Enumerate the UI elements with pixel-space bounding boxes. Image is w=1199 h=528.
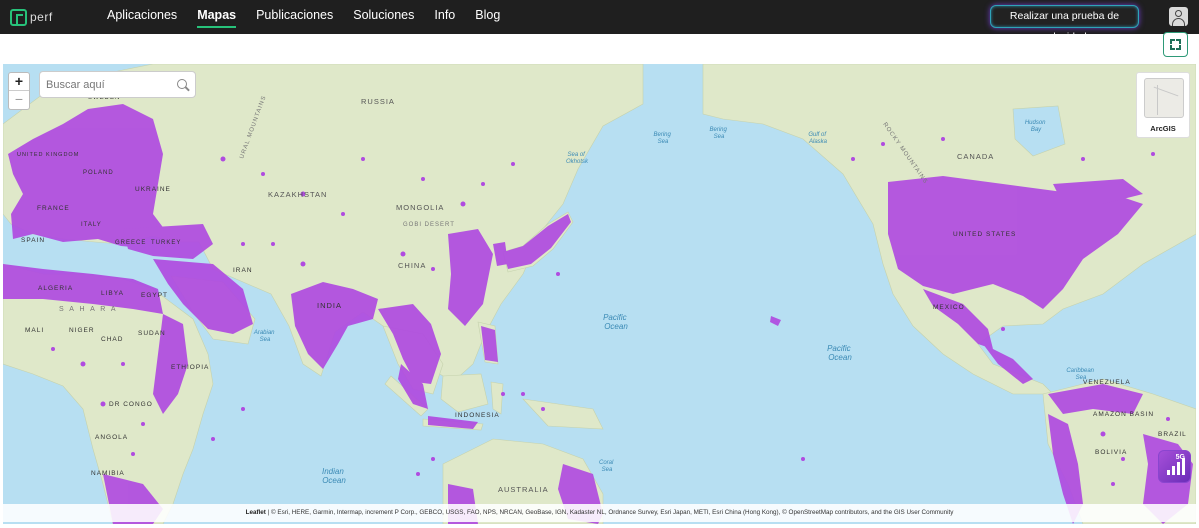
label-chad: CHAD [101, 336, 123, 343]
fullscreen-icon[interactable] [1163, 32, 1188, 57]
label-turkey: TURKEY [151, 240, 181, 246]
nav-item-mapas[interactable]: Mapas [197, 0, 236, 34]
basemap-switcher[interactable]: ArcGIS [1136, 72, 1190, 138]
label-angola: ANGOLA [95, 434, 128, 441]
nav-item-info[interactable]: Info [434, 0, 455, 34]
label-gulf-alaska: Gulf of Alaska [808, 132, 828, 145]
basemap-label: ArcGIS [1150, 124, 1176, 133]
label-pacific-ocean-east: Pacific Ocean [827, 344, 853, 362]
nav-item-soluciones[interactable]: Soluciones [353, 0, 414, 34]
label-iran: IRAN [233, 267, 253, 274]
label-drcongo: DR CONGO [109, 401, 153, 408]
user-icon[interactable] [1169, 7, 1188, 26]
nav-item-blog[interactable]: Blog [475, 0, 500, 34]
coverage-hawaii [770, 316, 781, 326]
land-borneo [440, 373, 489, 413]
signal-bars-icon [1167, 470, 1170, 475]
leaflet-link[interactable]: Leaflet [246, 509, 266, 516]
nav-item-publicaciones[interactable]: Publicaciones [256, 0, 333, 34]
top-navigation-bar: perf Aplicaciones Mapas Publicaciones So… [0, 0, 1199, 43]
label-venezuela: VENEZUELA [1083, 379, 1131, 386]
label-france: FRANCE [37, 205, 70, 212]
label-algeria: ALGERIA [38, 285, 73, 292]
map-canvas: RUSSIA URAL MOUNTAINS KAZAKHSTAN MONGOLI… [3, 64, 1196, 524]
speed-test-button[interactable]: Realizar una prueba de velocidad [990, 5, 1139, 43]
label-poland: POLAND [83, 170, 114, 176]
label-mali: MALI [25, 327, 44, 334]
5g-filter-button[interactable]: 5G [1158, 450, 1191, 483]
pacific-west-line1: Pacific [603, 313, 627, 322]
label-pacific-ocean-west: Pacific Ocean [603, 313, 629, 331]
label-coral-sea: Coral Sea [599, 460, 615, 473]
search-input[interactable] [46, 75, 172, 95]
label-uk: UNITED KINGDOM [17, 152, 79, 158]
label-sudan: SUDAN [138, 330, 166, 337]
nperf-logo[interactable]: perf [10, 6, 60, 28]
land-newguinea [522, 398, 604, 430]
logo-mark-icon [10, 8, 27, 26]
map-search [39, 71, 196, 98]
land-sulawesi [490, 381, 504, 415]
label-brazil: BRAZIL [1158, 431, 1187, 438]
label-mexico: MEXICO [933, 304, 965, 311]
label-niger: NIGER [69, 327, 95, 334]
label-egypt: EGYPT [141, 292, 168, 299]
map-attribution: Leaflet | © Esri, HERE, Garmin, Intermap… [3, 504, 1196, 522]
label-libya: LIBYA [101, 290, 124, 297]
logo-text: perf [30, 10, 53, 24]
label-arabian-sea: Arabian Sea [253, 330, 276, 343]
label-indonesia: INDONESIA [455, 412, 500, 419]
label-bering-sea-e: Bering Sea [709, 127, 728, 140]
zoom-in-button[interactable]: + [9, 73, 29, 91]
label-kazakhstan: KAZAKHSTAN [268, 190, 327, 199]
pacific-west-line2: Ocean [604, 322, 628, 331]
label-ukraine: UKRAINE [135, 186, 171, 193]
label-australia: AUSTRALIA [498, 485, 549, 494]
label-bolivia: BOLIVIA [1095, 449, 1127, 456]
label-mongolia: MONGOLIA [396, 203, 444, 212]
label-spain: SPAIN [21, 237, 45, 244]
label-canada: CANADA [957, 152, 994, 161]
label-bering-sea-w: Bering Sea [653, 132, 672, 145]
nav-item-aplicaciones[interactable]: Aplicaciones [107, 0, 177, 34]
label-ethiopia: ETHIOPIA [171, 364, 209, 371]
search-icon[interactable] [177, 79, 187, 89]
basemap-thumbnail [1144, 78, 1184, 118]
label-namibia: NAMIBIA [91, 470, 125, 477]
label-india: INDIA [317, 301, 342, 310]
zoom-out-button[interactable]: − [9, 91, 29, 109]
label-indian-ocean: Indian Ocean [322, 467, 346, 485]
label-greece: GREECE [115, 240, 146, 246]
label-china: CHINA [398, 261, 426, 270]
label-amazon: AMAZON BASIN [1093, 411, 1154, 418]
label-sahara: S A H A R A [59, 306, 118, 313]
label-italy: ITALY [81, 222, 102, 228]
zoom-control: + − [8, 72, 30, 110]
main-nav: Aplicaciones Mapas Publicaciones Solucio… [107, 0, 520, 34]
coverage-map[interactable]: RUSSIA URAL MOUNTAINS KAZAKHSTAN MONGOLI… [3, 64, 1196, 524]
label-sea-okhotsk: Sea of Okhotsk [566, 152, 589, 165]
label-usa: UNITED STATES [953, 231, 1016, 238]
label-russia: RUSSIA [361, 97, 395, 106]
label-gobi: GOBI DESERT [403, 222, 455, 228]
attribution-text: | © Esri, HERE, Garmin, Intermap, increm… [265, 509, 954, 516]
